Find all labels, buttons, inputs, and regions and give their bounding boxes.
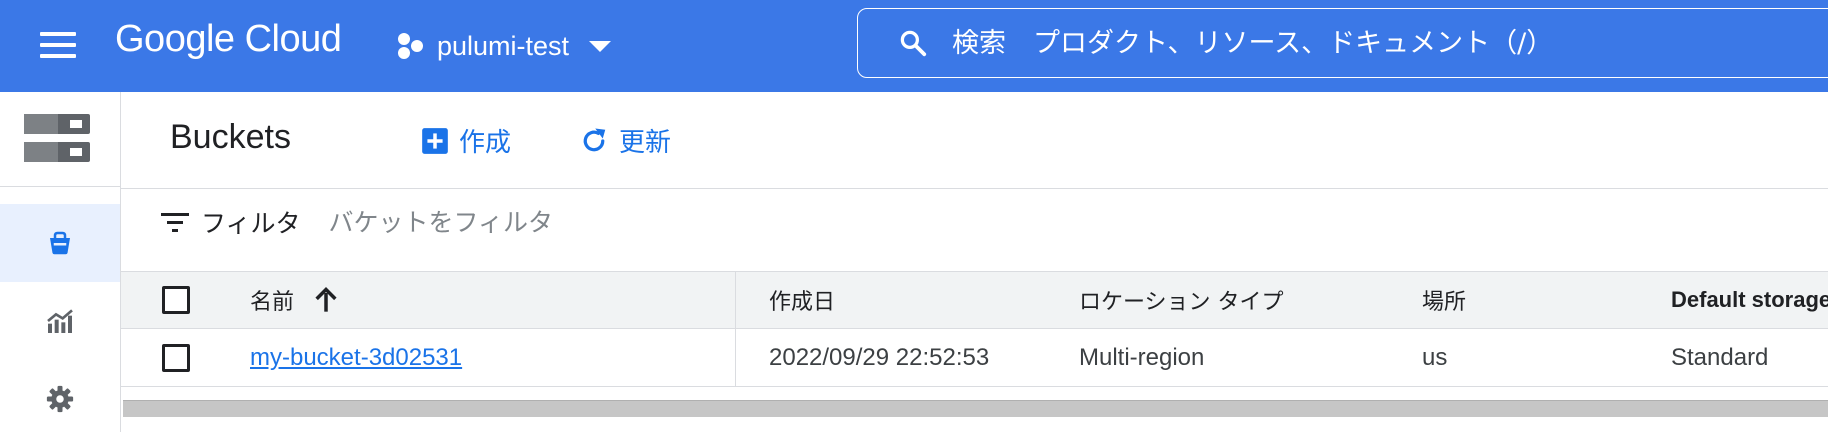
rail-item-monitoring[interactable] — [0, 282, 120, 360]
column-resize-handle[interactable] — [735, 272, 736, 328]
table-row: my-bucket-3d02531 2022/09/29 22:52:53 Mu… — [121, 329, 1828, 387]
horizontal-scrollbar[interactable] — [123, 400, 1828, 417]
rail-item-buckets[interactable] — [0, 204, 120, 282]
column-header-default-storage[interactable]: Default storage — [1671, 272, 1828, 328]
search-box[interactable] — [857, 8, 1828, 78]
project-hexagons-icon — [398, 33, 423, 59]
monitoring-icon — [47, 309, 73, 333]
chevron-down-icon — [589, 40, 612, 52]
select-all-checkbox[interactable] — [162, 286, 190, 314]
toolbar-divider — [121, 188, 1828, 189]
side-nav-rail — [0, 92, 121, 432]
column-header-location-type[interactable]: ロケーション タイプ — [1079, 272, 1284, 328]
select-all-cell — [162, 272, 190, 328]
filter-label: フィルタ — [201, 209, 301, 238]
refresh-icon — [583, 128, 606, 151]
create-bucket-button[interactable]: 作成 — [421, 122, 511, 159]
refresh-button[interactable]: 更新 — [579, 122, 671, 159]
table-header: 名前 作成日 ロケーション タイプ 場所 Default storage — [121, 271, 1828, 329]
filter-list-icon — [161, 213, 189, 232]
refresh-button-label: 更新 — [619, 128, 672, 158]
column-header-name-label: 名前 — [250, 290, 295, 315]
bucket-name-cell: my-bucket-3d02531 — [250, 329, 462, 386]
bucket-name-link[interactable]: my-bucket-3d02531 — [250, 344, 462, 372]
bucket-filter-input[interactable] — [326, 206, 1031, 238]
settings-icon — [46, 385, 74, 413]
cloud-storage-product-icon[interactable] — [24, 112, 90, 164]
storage-class-cell: Standard — [1671, 343, 1769, 371]
search-icon — [900, 30, 927, 57]
filter-bar: フィルタ — [161, 192, 1031, 252]
column-header-created[interactable]: 作成日 — [769, 272, 835, 328]
sort-ascending-icon — [315, 287, 337, 312]
main-content: Buckets 作成 更新 フィルタ 名前 — [121, 92, 1828, 432]
top-app-bar: Google Cloud pulumi-test — [0, 0, 1828, 92]
column-header-location[interactable]: 場所 — [1422, 272, 1466, 328]
created-date-cell: 2022/09/29 22:52:53 — [769, 343, 990, 371]
rail-item-settings[interactable] — [0, 360, 120, 438]
project-selector[interactable]: pulumi-test — [395, 26, 612, 66]
bucket-icon — [50, 231, 70, 255]
row-checkbox[interactable] — [162, 343, 190, 372]
row-checkbox-cell — [162, 329, 190, 386]
main-menu-icon[interactable] — [38, 30, 78, 60]
location-type-cell: Multi-region — [1079, 343, 1205, 371]
create-button-label: 作成 — [459, 128, 512, 158]
rail-divider — [0, 186, 120, 187]
page-title: Buckets — [170, 118, 291, 156]
column-separator — [735, 329, 736, 386]
location-cell: us — [1422, 343, 1448, 371]
google-cloud-logo[interactable]: Google Cloud — [115, 18, 342, 61]
column-header-name[interactable]: 名前 — [250, 272, 340, 328]
search-input[interactable] — [950, 26, 1774, 60]
project-name: pulumi-test — [437, 30, 570, 61]
add-box-icon — [422, 127, 448, 154]
buckets-table: 名前 作成日 ロケーション タイプ 場所 Default storage my-… — [121, 271, 1828, 387]
